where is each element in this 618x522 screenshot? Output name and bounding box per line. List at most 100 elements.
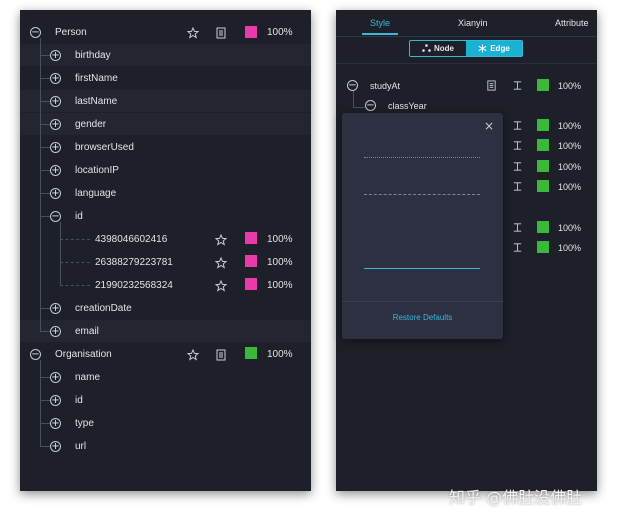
visibility-percent: 100% [558, 162, 582, 172]
property-label: locationIP [75, 165, 119, 176]
color-swatch[interactable] [537, 180, 549, 192]
expand-toggle[interactable]: + [50, 441, 61, 452]
property-label: firstName [75, 73, 118, 84]
tree-connector [40, 124, 50, 125]
node-label-organisation: Organisation [55, 349, 112, 360]
expand-toggle[interactable]: + [50, 165, 61, 176]
close-icon[interactable]: × [484, 119, 494, 133]
expand-toggle[interactable]: + [50, 303, 61, 314]
expand-toggle[interactable]: + [50, 73, 61, 84]
edge-style-icon[interactable] [512, 242, 523, 253]
star-icon[interactable] [215, 234, 227, 246]
tree-connector [353, 107, 365, 108]
color-swatch[interactable] [537, 139, 549, 151]
edge-property-label: classYear [388, 101, 427, 111]
line-style-option-dotted[interactable] [364, 157, 480, 158]
tree-connector [40, 78, 50, 79]
edge-style-icon[interactable] [512, 120, 523, 131]
tree-connector [60, 262, 90, 263]
expand-toggle[interactable]: + [50, 418, 61, 429]
edge-icon [478, 44, 487, 53]
collapse-toggle[interactable]: − [50, 211, 61, 222]
visibility-percent: 100% [267, 280, 293, 291]
color-swatch[interactable] [537, 241, 549, 253]
color-swatch[interactable] [245, 347, 257, 359]
color-swatch[interactable] [245, 255, 257, 267]
line-style-option-dashed[interactable] [364, 194, 480, 195]
expand-toggle[interactable]: + [50, 395, 61, 406]
property-label: browserUsed [75, 142, 134, 153]
star-icon[interactable] [187, 27, 199, 39]
collapse-toggle[interactable]: − [30, 27, 41, 38]
tree-connector [40, 55, 50, 56]
node-mode-label: Node [434, 44, 454, 53]
document-icon[interactable] [486, 80, 497, 91]
collapse-toggle[interactable]: − [30, 349, 41, 360]
collapse-toggle[interactable]: − [347, 80, 358, 91]
visibility-percent: 100% [558, 182, 582, 192]
visibility-percent: 100% [558, 141, 582, 151]
collapse-toggle[interactable]: − [365, 100, 376, 111]
property-label: id [75, 395, 83, 406]
line-style-option-solid[interactable] [364, 268, 480, 269]
color-swatch[interactable] [245, 278, 257, 290]
tab-xianyin[interactable]: Xianyin [458, 18, 488, 28]
edge-style-icon[interactable] [512, 80, 523, 91]
color-swatch[interactable] [537, 79, 549, 91]
property-label: lastName [75, 96, 118, 107]
edge-style-icon[interactable] [512, 161, 523, 172]
color-swatch[interactable] [245, 232, 257, 244]
id-value-label: 4398046602416 [95, 234, 168, 245]
expand-toggle[interactable]: + [50, 372, 61, 383]
edge-style-icon[interactable] [512, 222, 523, 233]
color-swatch[interactable] [537, 160, 549, 172]
expand-toggle[interactable]: + [50, 188, 61, 199]
tree-connector [353, 90, 354, 108]
tree-connector [40, 423, 50, 424]
property-label: language [75, 188, 117, 199]
expand-toggle[interactable]: + [50, 119, 61, 130]
edge-style-icon[interactable] [512, 140, 523, 151]
property-label: email [75, 326, 99, 337]
visibility-percent: 100% [558, 243, 582, 253]
section-divider [336, 63, 597, 64]
tree-connector [60, 222, 61, 286]
star-icon[interactable] [187, 349, 199, 361]
star-icon[interactable] [215, 280, 227, 292]
restore-defaults-button[interactable]: Restore Defaults [342, 313, 503, 322]
tab-attribute[interactable]: Attribute [555, 18, 589, 28]
edge-style-icon[interactable] [512, 181, 523, 192]
visibility-percent: 100% [267, 257, 293, 268]
property-label: birthday [75, 50, 111, 61]
line-style-option-long-dashed[interactable] [364, 231, 480, 232]
document-icon[interactable] [215, 349, 227, 361]
expand-toggle[interactable]: + [50, 96, 61, 107]
tree-connector [40, 400, 50, 401]
tree-connector [40, 216, 50, 217]
node-label-person: Person [55, 27, 87, 38]
node-icon [422, 44, 431, 52]
visibility-percent: 100% [267, 234, 293, 245]
property-label: gender [75, 119, 107, 130]
tree-connector [40, 331, 50, 332]
tree-connector [40, 377, 50, 378]
popup-divider [342, 301, 503, 302]
tab-style[interactable]: Style [370, 18, 390, 28]
tree-connector [40, 360, 41, 447]
node-mode-button[interactable]: Node [410, 41, 466, 56]
row-stripe [20, 113, 311, 135]
expand-toggle[interactable]: + [50, 50, 61, 61]
expand-toggle[interactable]: + [50, 142, 61, 153]
color-swatch[interactable] [537, 221, 549, 233]
property-label: creationDate [75, 303, 132, 314]
tree-connector [40, 170, 50, 171]
edge-mode-button[interactable]: Edge [466, 41, 522, 56]
id-value-label: 21990232568324 [95, 280, 173, 291]
star-icon[interactable] [215, 257, 227, 269]
tree-connector [40, 101, 50, 102]
expand-toggle[interactable]: + [50, 326, 61, 337]
property-label: type [75, 418, 94, 429]
color-swatch[interactable] [245, 26, 257, 38]
document-icon[interactable] [215, 27, 227, 39]
color-swatch[interactable] [537, 119, 549, 131]
